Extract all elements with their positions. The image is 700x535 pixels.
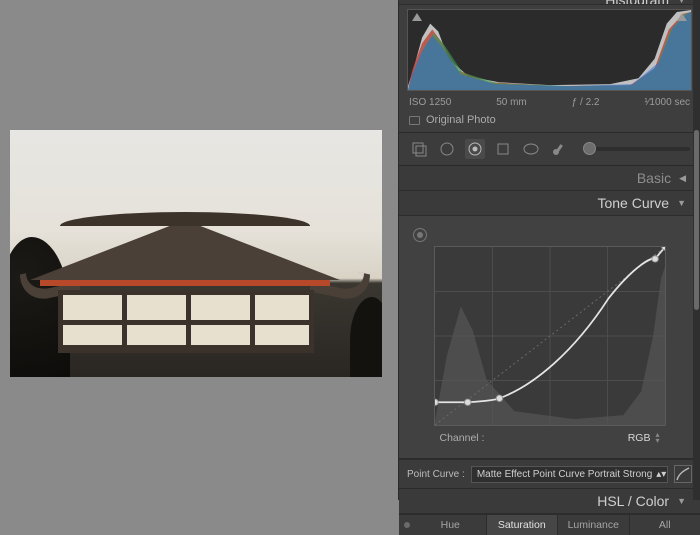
hsl-header[interactable]: HSL / Color ▼: [399, 489, 700, 514]
redeye-tool[interactable]: [465, 139, 485, 159]
tab-all[interactable]: All: [630, 515, 700, 535]
brush-size-slider[interactable]: [583, 147, 690, 151]
chevron-down-icon: ▼: [677, 198, 686, 208]
tab-saturation[interactable]: Saturation: [487, 515, 559, 535]
exif-row: ISO 1250 50 mm ƒ / 2.2 ¹⁄1000 sec: [399, 95, 700, 110]
image-canvas[interactable]: [0, 0, 398, 500]
develop-panel: Histogram ▼ ISO 1250 50 mm ƒ / 2.2 ¹⁄100…: [398, 0, 700, 500]
adjustment-brush-tool[interactable]: [549, 139, 569, 159]
original-photo-checkbox[interactable]: [409, 116, 420, 125]
exif-iso: ISO 1250: [409, 97, 451, 108]
hsl-title: HSL / Color: [597, 493, 669, 509]
original-photo-label: Original Photo: [426, 114, 496, 126]
chevron-left-icon: ◀: [679, 173, 686, 184]
chevron-down-icon: ▼: [677, 496, 686, 506]
tone-curve-header[interactable]: Tone Curve ▼: [399, 191, 700, 216]
targeted-adjustment-icon[interactable]: [413, 228, 427, 242]
tool-strip: [399, 133, 700, 166]
graduated-filter-tool[interactable]: [493, 139, 513, 159]
histogram-section: ISO 1250 50 mm ƒ / 2.2 ¹⁄1000 sec Origin…: [399, 5, 700, 133]
channel-label: Channel :: [440, 432, 485, 444]
stepper-icon: ▴▾: [656, 469, 666, 480]
shadow-clipping-icon[interactable]: [412, 13, 422, 21]
tab-luminance[interactable]: Luminance: [558, 515, 630, 535]
tab-hue[interactable]: Hue: [415, 515, 487, 535]
point-curve-edit-button[interactable]: [674, 465, 692, 483]
stepper-icon: ▴▾: [655, 432, 659, 444]
histogram-chart[interactable]: [407, 9, 692, 91]
channel-select[interactable]: RGB ▴▾: [628, 432, 660, 444]
exif-shutter: ¹⁄1000 sec: [644, 97, 690, 108]
radial-filter-tool[interactable]: [521, 139, 541, 159]
spot-removal-tool[interactable]: [437, 139, 457, 159]
original-photo-row[interactable]: Original Photo: [399, 110, 700, 133]
exif-aperture: ƒ / 2.2: [572, 97, 600, 108]
basic-title: Basic: [637, 170, 671, 186]
panel-scrollbar-track[interactable]: [693, 0, 700, 500]
highlight-clipping-icon[interactable]: [677, 13, 687, 21]
tone-curve-chart[interactable]: [434, 246, 666, 426]
hsl-tabs: Hue Saturation Luminance All: [399, 514, 700, 535]
point-curve-row: Point Curve : Matte Effect Point Curve P…: [399, 459, 700, 489]
preview-photo: [10, 130, 382, 377]
crop-tool[interactable]: [409, 139, 429, 159]
panel-scrollbar-thumb[interactable]: [694, 130, 699, 310]
tone-curve-section: Channel : RGB ▴▾: [399, 216, 700, 459]
point-curve-label: Point Curve :: [407, 469, 465, 480]
tone-curve-title: Tone Curve: [597, 195, 669, 211]
exif-focal: 50 mm: [496, 97, 527, 108]
hsl-toggle-led[interactable]: [399, 515, 415, 535]
slider-knob[interactable]: [583, 142, 596, 155]
basic-header[interactable]: Basic ◀: [399, 166, 700, 191]
point-curve-select[interactable]: Matte Effect Point Curve Portrait Strong…: [471, 466, 668, 483]
